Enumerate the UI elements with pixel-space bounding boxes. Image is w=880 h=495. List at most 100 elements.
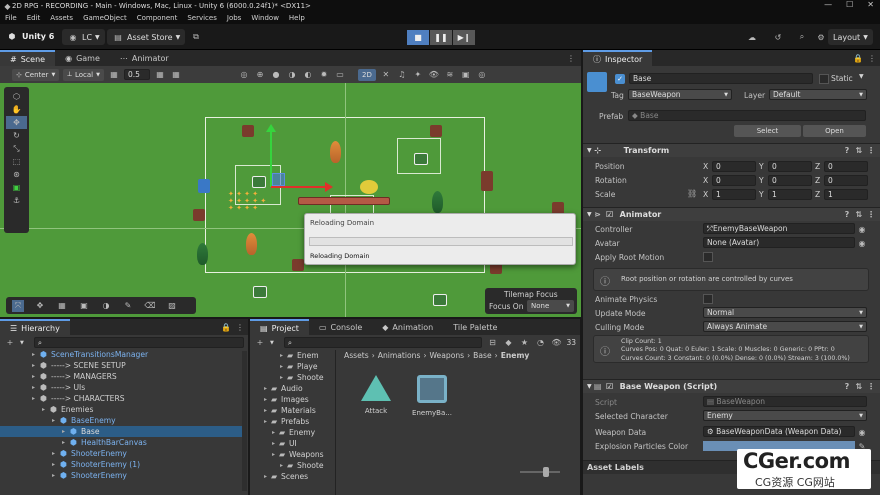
folder-row[interactable]: ▸ ▰ Playe	[250, 361, 334, 372]
position-x-field[interactable]: 0	[712, 161, 756, 172]
rotate-tool-icon[interactable]: ↻	[6, 129, 27, 142]
expand-arrow-icon[interactable]: ▸	[52, 461, 60, 468]
tile-eyedropper-icon[interactable]: ✎	[122, 300, 134, 312]
layer-dropdown[interactable]: Default ▼	[769, 89, 867, 100]
expand-arrow-icon[interactable]: ▸	[42, 406, 50, 413]
more-options-icon[interactable]: ⋮	[865, 145, 877, 157]
camera-settings-icon[interactable]: ▭	[334, 69, 346, 81]
position-y-field[interactable]: 0	[768, 161, 812, 172]
space-dropdown[interactable]: ⟂ Local ▼	[63, 68, 104, 81]
tab-tile-palette[interactable]: Tile Palette	[443, 319, 507, 335]
menu-services[interactable]: Services	[187, 14, 217, 22]
layout-dropdown[interactable]: Layout ▼	[828, 29, 873, 45]
slider-thumb[interactable]	[543, 467, 549, 477]
expand-arrow-icon[interactable]: ▸	[32, 362, 40, 369]
expand-arrow-icon[interactable]: ▸	[264, 473, 271, 480]
folder-row[interactable]: ▸ ▰ Images	[250, 394, 334, 405]
rect-tool-icon[interactable]: ⬚	[6, 155, 27, 168]
hierarchy-row[interactable]: ▸ ⬢ Base	[0, 426, 242, 437]
controller-field[interactable]: ⤱ EnemyBaseWeapon	[703, 223, 855, 234]
scale-z-field[interactable]: 1	[824, 189, 868, 200]
more-options-icon[interactable]: ⋮	[565, 52, 577, 64]
hierarchy-row[interactable]: ▸ ⬢ -----> MANAGERS	[24, 371, 242, 382]
folder-row[interactable]: ▸ ▰ Audio	[250, 383, 334, 394]
shading-wire-icon[interactable]: ⊕	[254, 69, 266, 81]
tile-move-icon[interactable]: ✥	[34, 300, 46, 312]
selected-character-dropdown[interactable]: Enemy ▼	[703, 410, 867, 421]
prefab-field[interactable]: ◆ Base	[628, 110, 866, 121]
help-icon[interactable]: ?	[841, 381, 853, 393]
version-control-icon[interactable]: ⧉	[190, 31, 202, 43]
mode-2d-toggle[interactable]: 2D	[357, 68, 376, 81]
expand-arrow-icon[interactable]: ▸	[280, 374, 287, 381]
asset-item[interactable]: EnemyBa...	[410, 375, 454, 417]
more-options-icon[interactable]: ⋮	[865, 209, 877, 221]
expand-arrow-icon[interactable]: ▸	[280, 363, 287, 370]
chevron-down-icon[interactable]: ▼	[859, 73, 864, 80]
expand-arrow-icon[interactable]: ▸	[32, 351, 40, 358]
focus-on-dropdown[interactable]: None ▼	[527, 300, 574, 312]
step-button[interactable]: ▶❙	[453, 30, 475, 45]
type-filter-icon[interactable]: ◆	[502, 337, 514, 349]
minimize-icon[interactable]: —	[824, 0, 832, 9]
chevron-down-icon[interactable]: ▼	[270, 340, 274, 346]
unity-brand[interactable]: ⬢ Unity 6	[6, 30, 55, 42]
expand-arrow-icon[interactable]: ▸	[52, 472, 60, 479]
expand-arrow-icon[interactable]: ▸	[272, 451, 279, 458]
snap-settings-icon[interactable]: ▦	[154, 69, 166, 81]
gizmo-x-arrow-icon[interactable]	[325, 182, 333, 192]
label-filter-icon[interactable]: ★	[518, 337, 530, 349]
expand-arrow-icon[interactable]: ▸	[280, 352, 287, 359]
hierarchy-row[interactable]: ▸ ⬢ HealthBarCanvas	[24, 437, 242, 448]
expand-arrow-icon[interactable]: ▸	[62, 428, 70, 435]
folder-row[interactable]: ▸ ▰ Materials	[250, 405, 334, 416]
more-options-icon[interactable]: ⋮	[865, 381, 877, 393]
hierarchy-search-input[interactable]: ⌕	[33, 337, 244, 348]
menu-jobs[interactable]: Jobs	[227, 14, 241, 22]
expand-arrow-icon[interactable]: ▸	[264, 396, 271, 403]
menu-window[interactable]: Window	[251, 14, 279, 22]
hand-tool-icon[interactable]: ✋	[6, 103, 27, 116]
menu-component[interactable]: Component	[137, 14, 178, 22]
rotation-y-field[interactable]: 0	[768, 175, 812, 186]
preset-icon[interactable]: ⇅	[853, 381, 865, 393]
preset-icon[interactable]: ⇅	[853, 145, 865, 157]
expand-arrow-icon[interactable]: ▸	[52, 417, 60, 424]
menu-gameobject[interactable]: GameObject	[83, 14, 127, 22]
tab-inspector[interactable]: ⓘ Inspector	[583, 50, 653, 66]
effects-icon[interactable]: ✦	[412, 69, 424, 81]
tile-box-icon[interactable]: ▣	[78, 300, 90, 312]
object-name-field[interactable]: Base	[629, 73, 813, 84]
hierarchy-row[interactable]: ▸ ⬢ -----> CHARACTERS	[24, 393, 242, 404]
rotation-x-field[interactable]: 0	[712, 175, 756, 186]
hierarchy-scrollbar[interactable]	[242, 351, 247, 491]
gizmo-plane-handle[interactable]	[272, 173, 285, 186]
more-options-icon[interactable]: ⋮	[234, 321, 246, 333]
tab-animation[interactable]: ◆ Animation	[372, 319, 443, 335]
enabled-checkbox-icon[interactable]: ☑	[604, 209, 616, 221]
view-tool-icon[interactable]: ⬡	[6, 90, 27, 103]
preset-icon[interactable]: ⇅	[853, 209, 865, 221]
help-icon[interactable]: ?	[841, 145, 853, 157]
expand-arrow-icon[interactable]: ▸	[32, 395, 40, 402]
update-mode-dropdown[interactable]: Normal ▼	[703, 307, 867, 318]
tile-fill-icon[interactable]: ▨	[166, 300, 178, 312]
gizmos-icon[interactable]: ◎	[476, 69, 488, 81]
folder-row[interactable]: ▸ ▰ Prefabs	[250, 416, 334, 427]
hierarchy-row[interactable]: ▸ ⬢ -----> SCENE SETUP	[24, 360, 242, 371]
object-picker-icon[interactable]: ◉	[856, 223, 868, 235]
scene-viewport[interactable]: ✦ ✦ ✦ ✦ ✦ ✦ ✦ ✦ ✦ ✦ ✦ ✦ ✦ ⬡ ✋ ✥ ↻ ⤡ ⬚ ⊛ ▣ …	[0, 83, 581, 317]
shading-solid-icon[interactable]: ●	[270, 69, 282, 81]
add-icon[interactable]: +	[4, 337, 16, 349]
root-motion-checkbox[interactable]	[703, 252, 713, 262]
menu-help[interactable]: Help	[289, 14, 305, 22]
tile-erase-icon[interactable]: ⌫	[144, 300, 156, 312]
move-tool-icon[interactable]: ✥	[6, 116, 27, 129]
expand-arrow-icon[interactable]: ▸	[52, 450, 60, 457]
breadcrumb-item[interactable]: Animations	[378, 351, 421, 360]
culling-mode-dropdown[interactable]: Always Animate ▼	[703, 321, 867, 332]
account-button[interactable]: ◉ LC ▼	[62, 29, 105, 45]
settings-gear-icon[interactable]: ⚙	[815, 31, 827, 43]
lighting-icon[interactable]: ✹	[318, 69, 330, 81]
active-checkbox[interactable]: ✓	[615, 74, 625, 84]
